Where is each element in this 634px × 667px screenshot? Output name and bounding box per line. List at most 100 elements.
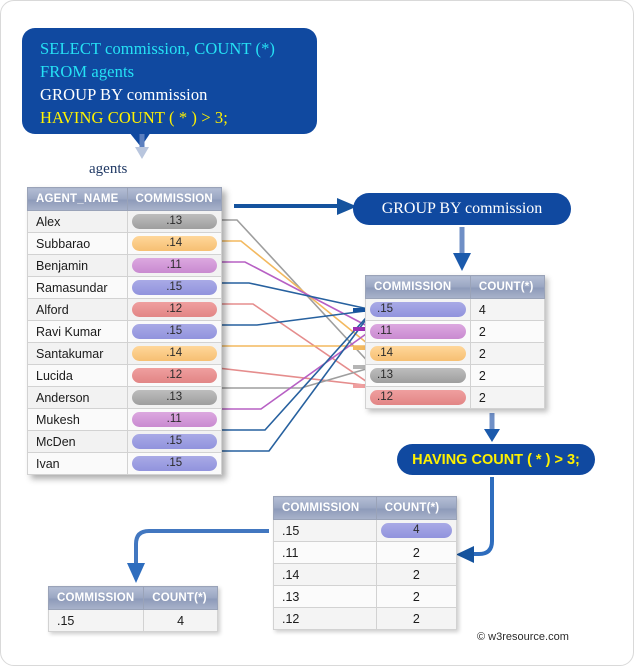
commission-cell: .11 <box>273 541 377 564</box>
agent-name-cell: Anderson <box>27 386 128 409</box>
commission-chip: .13 <box>131 214 217 229</box>
final-result-table: COMMISSION COUNT(*) .15 4 <box>47 586 218 632</box>
table-row: Mukesh .11 <box>27 408 222 431</box>
sql-line-3: GROUP BY commission <box>40 85 208 104</box>
commission-chip: .11 <box>370 324 466 339</box>
group-by-action-box: GROUP BY commission <box>353 193 571 225</box>
agents-table-body: Alex .13 Subbarao .14 Benjamin .11 Ramasundar.… <box>27 210 222 475</box>
commission-chip: .15 <box>131 280 217 295</box>
table-row: .15 4 <box>47 609 218 632</box>
count-cell: 4 <box>469 298 546 321</box>
commission-chip: .15 <box>370 302 466 317</box>
diagram-canvas: SELECT commission, COUNT (*) FROM agents… <box>0 0 634 666</box>
commission-chip: .11 <box>131 412 217 427</box>
column-header-commission: COMMISSION <box>365 275 471 299</box>
commission-chip: .15 <box>131 434 217 449</box>
column-header-count: COUNT(*) <box>469 275 546 299</box>
commission-cell: .14 <box>126 232 222 255</box>
commission-chip: .15 <box>131 456 217 471</box>
column-header-agent-name: AGENT_NAME <box>27 187 128 211</box>
agent-name-cell: McDen <box>27 430 128 453</box>
agent-name-cell: Ramasundar <box>27 276 128 299</box>
table-header-row: COMMISSION COUNT(*) <box>273 496 458 520</box>
table-header-row: COMMISSION COUNT(*) <box>365 275 546 299</box>
table-row: Alex .13 <box>27 210 222 233</box>
grouped-result-table: COMMISSION COUNT(*) .15 4.11 2.14 2.13 2.12 2 <box>365 275 546 409</box>
table-row: .12 2 <box>273 607 458 630</box>
commission-cell: .11 <box>365 320 471 343</box>
sql-line-4: HAVING COUNT ( * ) > 3; <box>40 108 228 127</box>
agents-table-caption: agents <box>89 161 128 177</box>
count-cell: 2 <box>375 541 458 564</box>
commission-cell: .15 <box>126 276 222 299</box>
commission-cell: .15 <box>126 320 222 343</box>
table-row: Santakumar .14 <box>27 342 222 365</box>
count-highlight-chip: 4 <box>380 523 452 538</box>
agent-name-cell: Alford <box>27 298 128 321</box>
count-cell: 4 <box>375 519 458 542</box>
table-row: .14 2 <box>273 563 458 586</box>
commission-cell: .13 <box>126 386 222 409</box>
table-row: .15 4 <box>365 298 546 321</box>
count-cell: 2 <box>469 320 546 343</box>
table-row: Benjamin .11 <box>27 254 222 277</box>
agent-name-cell: Ravi Kumar <box>27 320 128 343</box>
table-row: .11 2 <box>273 541 458 564</box>
commission-chip: .14 <box>131 236 217 251</box>
table-header-row: AGENT_NAME COMMISSION <box>27 187 222 211</box>
having-candidate-body: .15 4.11 2.14 2.13 2.12 2 <box>273 519 458 630</box>
commission-cell: .12 <box>126 364 222 387</box>
agent-name-cell: Subbarao <box>27 232 128 255</box>
commission-chip: .13 <box>131 390 217 405</box>
agent-name-cell: Benjamin <box>27 254 128 277</box>
sql-line-2: FROM agents <box>40 62 135 81</box>
agent-name-cell: Ivan <box>27 452 128 475</box>
column-header-commission: COMMISSION <box>126 187 222 211</box>
commission-cell: .14 <box>126 342 222 365</box>
column-header-commission: COMMISSION <box>47 586 145 610</box>
having-candidate-table: COMMISSION COUNT(*) .15 4.11 2.14 2.13 2.12 2 <box>273 496 458 630</box>
table-row: Ravi Kumar .15 <box>27 320 222 343</box>
table-row: .13 2 <box>273 585 458 608</box>
table-row: .13 2 <box>365 364 546 387</box>
agent-name-cell: Alex <box>27 210 128 233</box>
commission-cell: .11 <box>126 408 222 431</box>
commission-cell: .13 <box>273 585 377 608</box>
commission-cell: .12 <box>126 298 222 321</box>
grouped-result-body: .15 4.11 2.14 2.13 2.12 2 <box>365 298 546 409</box>
table-row: McDen .15 <box>27 430 222 453</box>
commission-chip: .15 <box>131 324 217 339</box>
commission-cell: .15 <box>365 298 471 321</box>
table-row: .12 2 <box>365 386 546 409</box>
table-row: Ivan .15 <box>27 452 222 475</box>
table-row: Lucida .12 <box>27 364 222 387</box>
agent-name-cell: Mukesh <box>27 408 128 431</box>
count-cell: 2 <box>375 563 458 586</box>
table-row: Ramasundar .15 <box>27 276 222 299</box>
table-row: .15 4 <box>273 519 458 542</box>
column-header-count: COUNT(*) <box>143 586 218 610</box>
count-cell: 4 <box>143 609 218 632</box>
commission-chip: .11 <box>131 258 217 273</box>
commission-cell: .15 <box>47 609 145 632</box>
count-cell: 2 <box>375 585 458 608</box>
commission-cell: .13 <box>126 210 222 233</box>
sql-line-1: SELECT commission, COUNT (*) <box>40 39 276 58</box>
sql-query-callout: SELECT commission, COUNT (*) FROM agents… <box>22 28 317 134</box>
commission-cell: .14 <box>365 342 471 365</box>
final-result-body: .15 4 <box>47 609 218 632</box>
count-cell: 2 <box>469 386 546 409</box>
commission-cell: .12 <box>365 386 471 409</box>
table-row: Alford .12 <box>27 298 222 321</box>
table-row: Anderson .13 <box>27 386 222 409</box>
agent-name-cell: Santakumar <box>27 342 128 365</box>
count-cell: 2 <box>469 364 546 387</box>
commission-chip: .12 <box>131 302 217 317</box>
table-row: Subbarao .14 <box>27 232 222 255</box>
commission-chip: .12 <box>370 390 466 405</box>
column-header-commission: COMMISSION <box>273 496 377 520</box>
count-cell: 2 <box>469 342 546 365</box>
commission-cell: .11 <box>126 254 222 277</box>
commission-chip: .13 <box>370 368 466 383</box>
agent-name-cell: Lucida <box>27 364 128 387</box>
